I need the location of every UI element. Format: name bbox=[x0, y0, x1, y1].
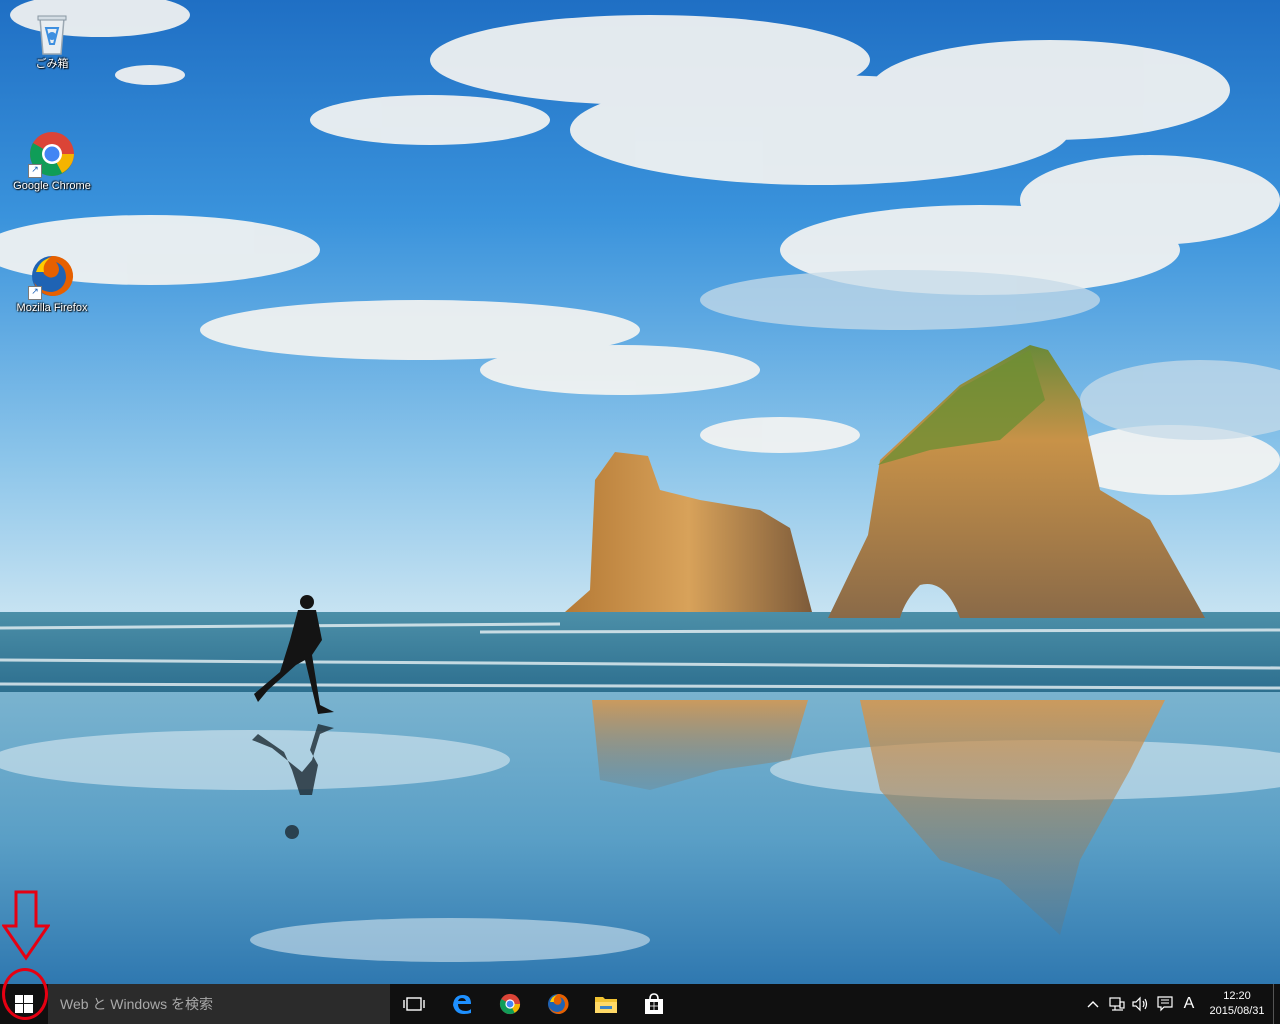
shortcut-arrow-icon: ↗ bbox=[28, 286, 42, 300]
taskbar-firefox-button[interactable] bbox=[534, 984, 582, 1024]
start-button[interactable] bbox=[0, 984, 48, 1024]
windows-logo-icon bbox=[15, 995, 33, 1013]
firefox-icon bbox=[548, 993, 569, 1014]
store-icon bbox=[645, 993, 663, 1014]
clock[interactable]: 12:20 2015/08/31 bbox=[1201, 989, 1273, 1019]
chevron-up-icon bbox=[1087, 1001, 1099, 1008]
chrome-icon bbox=[499, 993, 521, 1015]
recycle-bin-icon bbox=[28, 8, 76, 56]
desktop-icon-recycle-bin[interactable]: ごみ箱 bbox=[4, 8, 100, 71]
show-hidden-icons-button[interactable] bbox=[1081, 984, 1105, 1024]
shortcut-arrow-icon: ↗ bbox=[28, 164, 42, 178]
network-button[interactable] bbox=[1105, 984, 1129, 1024]
task-view-icon bbox=[403, 997, 425, 1011]
search-input[interactable] bbox=[58, 995, 382, 1013]
taskbar-store-button[interactable] bbox=[630, 984, 678, 1024]
clock-date: 2015/08/31 bbox=[1209, 1005, 1265, 1017]
desktop-icon-label: Mozilla Firefox bbox=[16, 302, 88, 314]
taskbar-file-explorer-button[interactable] bbox=[582, 984, 630, 1024]
taskbar-chrome-button[interactable] bbox=[486, 984, 534, 1024]
network-icon bbox=[1109, 997, 1125, 1011]
system-tray: A 12:20 2015/08/31 bbox=[1081, 984, 1280, 1024]
taskbar: A 12:20 2015/08/31 bbox=[0, 984, 1280, 1024]
edge-icon bbox=[453, 995, 471, 1014]
desktop-icon-mozilla-firefox[interactable]: ↗ Mozilla Firefox bbox=[4, 252, 100, 315]
notification-icon bbox=[1157, 996, 1173, 1012]
action-center-button[interactable] bbox=[1153, 984, 1177, 1024]
folder-icon bbox=[595, 997, 617, 1013]
speaker-icon bbox=[1132, 996, 1148, 1012]
clock-time: 12:20 bbox=[1223, 990, 1251, 1002]
chrome-icon: ↗ bbox=[28, 130, 76, 178]
task-view-button[interactable] bbox=[390, 984, 438, 1024]
desktop-wallpaper bbox=[0, 0, 1280, 984]
ime-mode-indicator[interactable]: A bbox=[1177, 984, 1201, 1024]
desktop-icon-label: ごみ箱 bbox=[35, 58, 69, 70]
desktop-icon-google-chrome[interactable]: ↗ Google Chrome bbox=[4, 130, 100, 193]
desktop-icon-label: Google Chrome bbox=[13, 180, 91, 192]
annotation-down-arrow-icon bbox=[1, 890, 51, 966]
firefox-icon: ↗ bbox=[28, 252, 76, 300]
search-box[interactable] bbox=[48, 984, 390, 1024]
volume-button[interactable] bbox=[1129, 984, 1153, 1024]
show-desktop-button[interactable] bbox=[1273, 984, 1280, 1024]
taskbar-edge-button[interactable] bbox=[438, 984, 486, 1024]
